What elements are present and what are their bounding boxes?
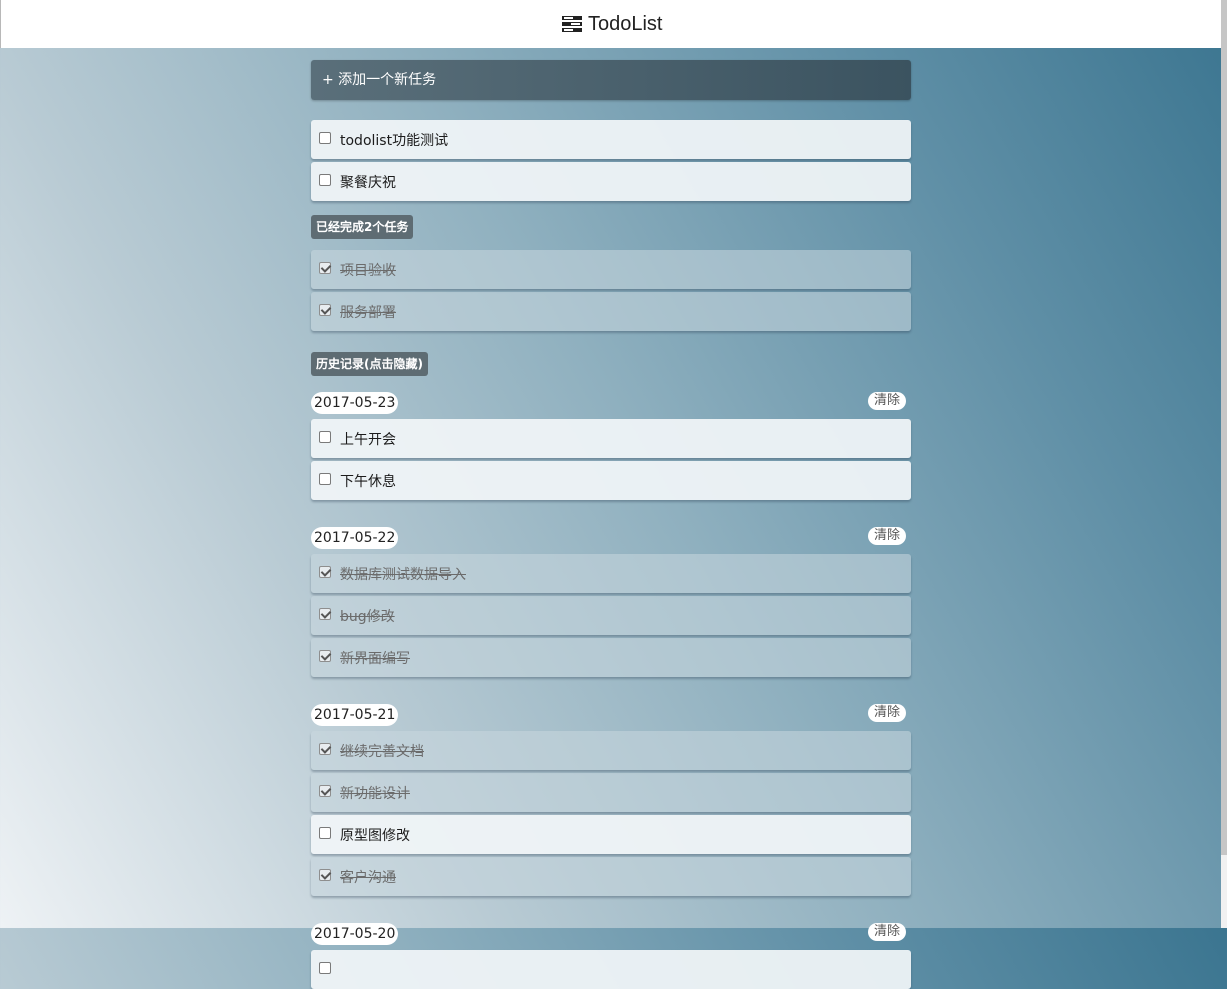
task-checkbox[interactable] [319,869,331,881]
task-checkbox[interactable] [319,262,331,274]
history-date: 2017-05-23 [311,392,399,414]
task-item[interactable]: 原型图修改 [311,815,911,854]
completed-task-item[interactable]: 服务部署 [311,292,911,331]
completed-task-item[interactable]: 新界面编写 [311,638,911,677]
task-text[interactable]: 数据库测试数据导入 [340,564,466,584]
task-item[interactable]: todolist功能测试 [311,120,911,159]
task-checkbox[interactable] [319,608,331,620]
list-icon [562,16,582,32]
task-checkbox[interactable] [319,174,331,186]
history-date: 2017-05-22 [311,527,399,549]
completed-task-item[interactable]: bug修改 [311,596,911,635]
clear-history-button[interactable]: 清除 [867,923,906,941]
task-text[interactable]: bug修改 [340,606,395,626]
clear-history-button[interactable]: 清除 [867,392,906,410]
task-checkbox[interactable] [319,132,331,144]
task-checkbox[interactable] [319,962,331,974]
history-date: 2017-05-21 [311,704,399,726]
clear-history-button[interactable]: 清除 [867,704,906,722]
task-checkbox[interactable] [319,566,331,578]
task-item[interactable] [311,950,911,989]
completed-task-item[interactable]: 新功能设计 [311,773,911,812]
task-item[interactable]: 上午开会 [311,419,911,458]
history-date: 2017-05-20 [311,923,399,945]
task-text[interactable]: 聚餐庆祝 [340,172,396,192]
task-checkbox[interactable] [319,473,331,485]
task-item[interactable]: 下午休息 [311,461,911,500]
task-text[interactable]: 客户沟通 [340,867,396,887]
task-checkbox[interactable] [319,304,331,316]
task-checkbox[interactable] [319,431,331,443]
task-item[interactable]: 聚餐庆祝 [311,162,911,201]
top-navbar: TodoList [0,0,1227,48]
app-brand[interactable]: TodoList [562,11,663,37]
task-text[interactable]: 继续完善文档 [340,741,424,761]
task-text[interactable]: 项目验收 [340,260,396,280]
task-text[interactable]: 原型图修改 [340,825,410,845]
task-checkbox[interactable] [319,785,331,797]
task-text[interactable]: 新功能设计 [340,783,410,803]
clear-history-button[interactable]: 清除 [867,527,906,545]
task-text[interactable]: 下午休息 [340,471,396,491]
completed-task-item[interactable]: 数据库测试数据导入 [311,554,911,593]
page-scrollbar[interactable] [1221,0,1227,928]
task-text[interactable]: todolist功能测试 [340,130,448,150]
completed-count-tag: 已经完成2个任务 [311,215,414,239]
task-checkbox[interactable] [319,743,331,755]
task-checkbox[interactable] [319,650,331,662]
completed-task-item[interactable]: 继续完善文档 [311,731,911,770]
history-toggle[interactable]: 历史记录(点击隐藏) [311,352,428,376]
add-task-button[interactable]: + 添加一个新任务 [311,60,911,100]
task-checkbox[interactable] [319,827,331,839]
completed-task-item[interactable]: 项目验收 [311,250,911,289]
task-text[interactable]: 新界面编写 [340,648,410,668]
task-text[interactable]: 服务部署 [340,302,396,322]
completed-task-item[interactable]: 客户沟通 [311,857,911,896]
scrollbar-thumb[interactable] [1221,0,1227,855]
task-text[interactable]: 上午开会 [340,429,396,449]
app-title: TodoList [588,12,663,35]
